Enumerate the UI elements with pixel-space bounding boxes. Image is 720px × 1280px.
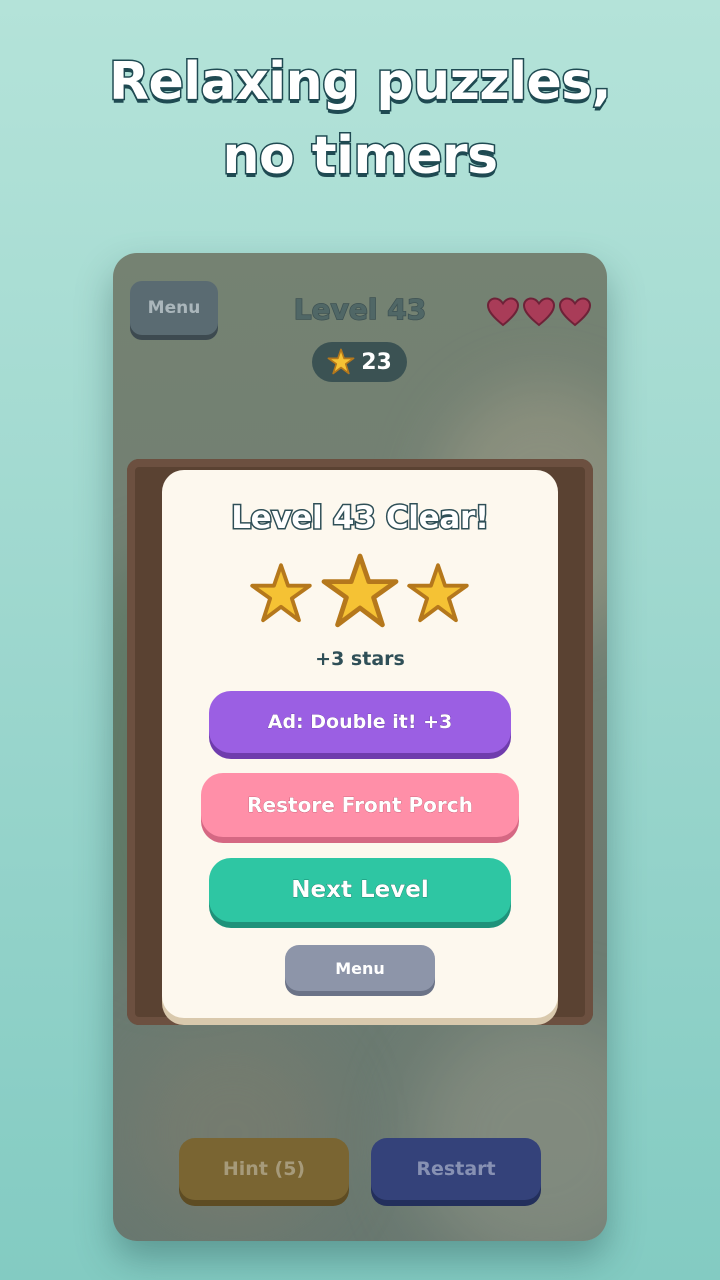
heart-icon xyxy=(487,297,519,327)
heart-icon xyxy=(523,297,555,327)
dialog-menu-button[interactable]: Menu xyxy=(285,945,435,991)
lives xyxy=(487,297,591,327)
star-counter: 23 xyxy=(312,342,407,382)
heart-icon xyxy=(559,297,591,327)
level-clear-dialog: Level 43 Clear! +3 stars Ad: Double it! … xyxy=(162,470,558,1018)
star-icon xyxy=(321,553,399,628)
star-icon xyxy=(327,348,355,375)
headline-line-2: no timers xyxy=(221,125,500,188)
hint-button[interactable]: Hint (5) xyxy=(179,1138,349,1200)
stars-earned-label: +3 stars xyxy=(315,648,405,670)
ad-double-button[interactable]: Ad: Double it! +3 xyxy=(209,691,511,753)
dialog-title: Level 43 Clear! xyxy=(230,499,491,538)
star-icon xyxy=(407,563,469,623)
restart-button[interactable]: Restart xyxy=(371,1138,541,1200)
restore-room-button[interactable]: Restore Front Porch xyxy=(201,773,519,837)
game-screen: Menu Level 43 23 Hint (5) Restart Level … xyxy=(113,253,607,1241)
star-count: 23 xyxy=(361,349,392,375)
headline-line-1: Relaxing puzzles, xyxy=(107,51,613,114)
next-level-button[interactable]: Next Level xyxy=(209,858,511,922)
star-icon xyxy=(250,563,312,623)
stars-rating xyxy=(162,553,558,634)
